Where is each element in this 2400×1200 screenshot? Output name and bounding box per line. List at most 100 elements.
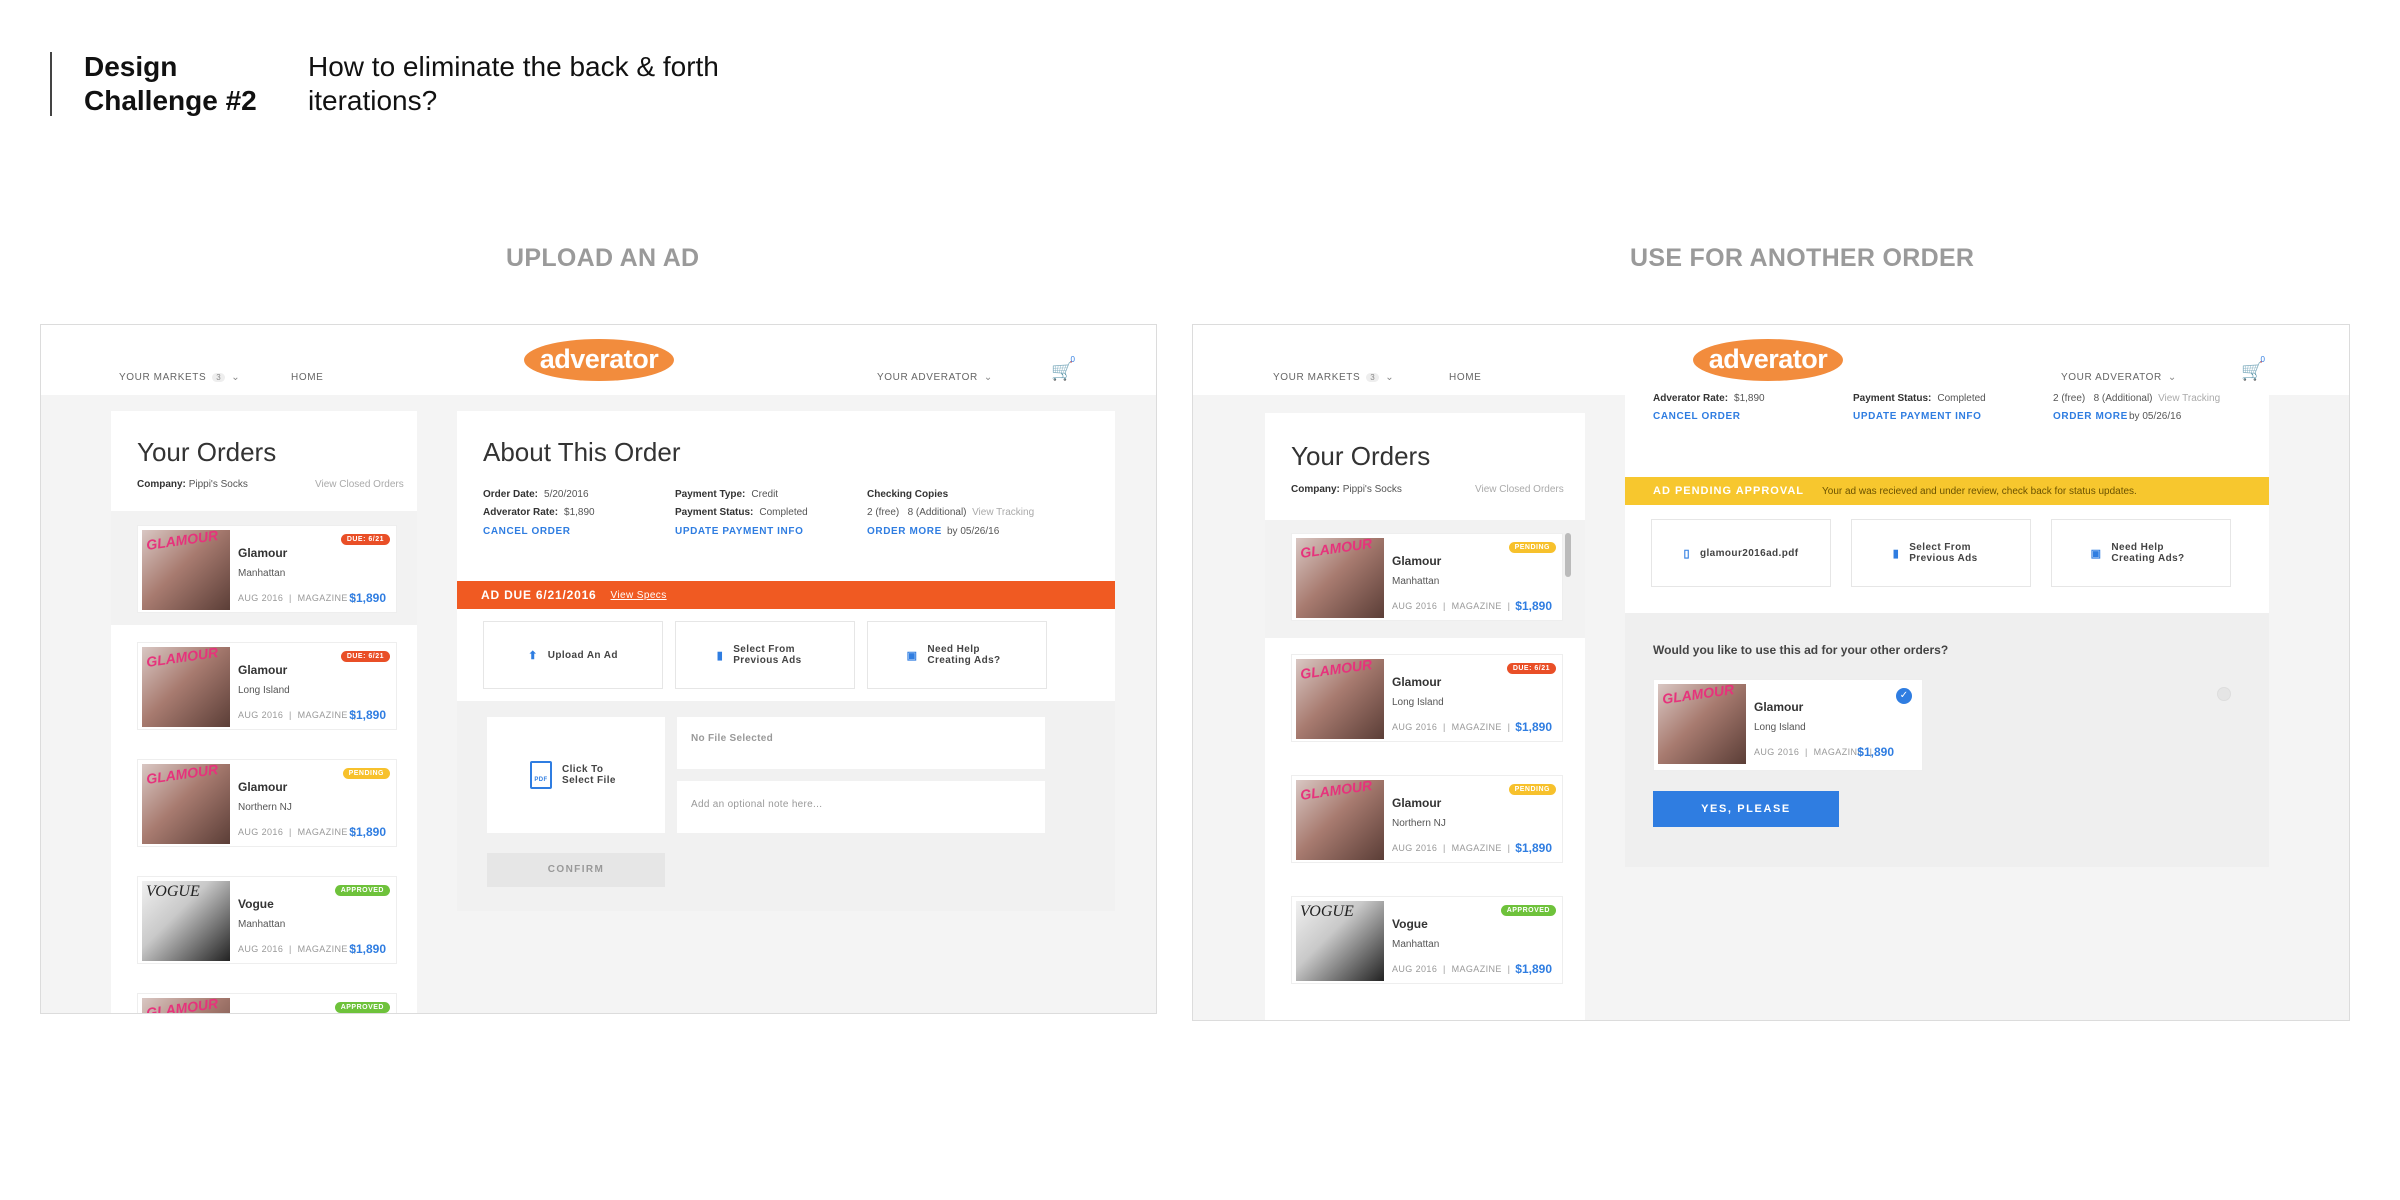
nav-your-adverator[interactable]: YOUR ADVERATOR ⌄: [877, 372, 993, 383]
yes-please-button[interactable]: YES, PLEASE: [1653, 791, 1839, 827]
payment-status: Payment Status: Completed: [1853, 393, 1986, 404]
challenge-question: How to eliminate the back & forth iterat…: [308, 51, 719, 116]
status-badge: DUE: 6/21: [340, 651, 390, 662]
order-more-link[interactable]: ORDER MORE: [2053, 411, 2128, 422]
magazine-cover: GLAMOUR: [142, 998, 230, 1014]
payment-status-value: Completed: [1937, 393, 1986, 404]
status-badge: APPROVED: [1500, 905, 1556, 916]
card-meta-date: AUG 2016: [1754, 747, 1800, 757]
view-specs-link[interactable]: View Specs: [611, 590, 667, 601]
payment-status-value: Completed: [759, 507, 808, 518]
view-closed-orders-link[interactable]: View Closed Orders: [315, 479, 404, 490]
challenge-title: Design Challenge #2: [84, 51, 257, 116]
cover-masthead: GLAMOUR: [1299, 538, 1374, 561]
card-meta-sep: |: [289, 944, 292, 954]
cover-masthead: GLAMOUR: [145, 998, 220, 1014]
checkmark-icon[interactable]: ✓: [1896, 688, 1912, 704]
order-card[interactable]: GLAMOUR Glamour Long Island AUG 2016 | MAGA…: [137, 642, 397, 730]
nav-home[interactable]: HOME: [291, 372, 323, 383]
card-location: Long Island: [1754, 722, 1806, 733]
cover-masthead: GLAMOUR: [1299, 780, 1374, 803]
card-meta-type: MAGAZINE: [1451, 601, 1502, 611]
view-closed-orders-link[interactable]: View Closed Orders: [1475, 484, 1564, 495]
reuse-order-card[interactable]: GLAMOUR Glamour Long Island AUG 2016 | M…: [1653, 679, 1923, 771]
need-help-label: Need Help Creating Ads?: [2111, 542, 2185, 564]
file-icon: ▮: [716, 649, 724, 662]
about-order-panel: About This Order Order Date: 5/20/2016 Ad…: [457, 411, 1115, 581]
view-tracking-link[interactable]: View Tracking: [2158, 393, 2220, 404]
cover-masthead: VOGUE: [1300, 903, 1354, 920]
card-meta-sep: |: [1507, 722, 1511, 732]
cancel-order-link[interactable]: CANCEL ORDER: [1653, 411, 1741, 422]
radio-icon[interactable]: [2217, 687, 2231, 701]
adverator-logo[interactable]: adverator: [524, 339, 674, 381]
card-meta: AUG 2016 | MAGAZINE |: [238, 944, 356, 954]
order-card[interactable]: VOGUE Vogue Manhattan AUG 2016 | MAGAZINE |…: [137, 876, 397, 964]
need-help-option[interactable]: ▣ Need Help Creating Ads?: [2051, 519, 2231, 587]
card-meta: AUG 2016 | MAGAZINE |: [1392, 843, 1510, 853]
card-meta: AUG 2016 | MAGAZINE |: [1754, 747, 1872, 757]
update-payment-link[interactable]: UPDATE PAYMENT INFO: [675, 526, 803, 537]
markets-count-badge: 3: [212, 373, 226, 382]
order-card[interactable]: GLAMOUR Glamour Northern NJ AUG 2016 | MAGA…: [137, 759, 397, 847]
update-payment-link[interactable]: UPDATE PAYMENT INFO: [1853, 411, 1981, 422]
order-card[interactable]: GLAMOUR Glamour Northern NJ AUG 2016 | MAGA…: [1291, 775, 1563, 863]
about-order-panel: Adverator Rate: $1,890 CANCEL ORDER Payme…: [1625, 385, 2269, 477]
order-more-link[interactable]: ORDER MORE: [867, 526, 942, 537]
card-location: Manhattan: [1392, 576, 1440, 587]
click-to-select-file[interactable]: PDF Click To Select File: [487, 717, 665, 833]
card-meta-type: MAGAZINE: [297, 827, 348, 837]
checking-additional: 8 (Additional): [2093, 393, 2153, 404]
cover-masthead: VOGUE: [146, 883, 200, 900]
upload-ad-option[interactable]: ⬆ Upload An Ad: [483, 621, 663, 689]
order-card[interactable]: GLAMOUR Glamour Manhattan AUG 2016 | MAGAZI…: [1291, 533, 1563, 621]
nav-your-adverator[interactable]: YOUR ADVERATOR ⌄: [2061, 372, 2177, 383]
cart-icon[interactable]: 🛒 0: [2241, 355, 2265, 383]
checking-copies-values: 2 (free) 8 (Additional) View Tracking: [867, 507, 1034, 518]
card-meta-type: MAGAZINE: [1451, 843, 1502, 853]
magazine-cover: VOGUE: [1296, 901, 1384, 981]
uploaded-file[interactable]: ▯ glamour2016ad.pdf: [1651, 519, 1831, 587]
cart-icon[interactable]: 🛒 0: [1051, 355, 1075, 383]
no-file-selected: No File Selected: [691, 733, 774, 744]
scrollbar-thumb[interactable]: [1565, 533, 1571, 577]
card-magazine-name: Glamour: [238, 663, 288, 677]
card-price: $1,890: [1515, 720, 1552, 734]
adverator-logo[interactable]: adverator: [1693, 339, 1843, 381]
header-divider: [50, 52, 52, 116]
card-meta-date: AUG 2016: [1392, 722, 1438, 732]
card-price: $1,890: [1515, 962, 1552, 976]
order-date: Order Date: 5/20/2016: [483, 489, 589, 500]
select-previous-option[interactable]: ▮ Select From Previous Ads: [675, 621, 855, 689]
magazine-cover: GLAMOUR: [142, 764, 230, 844]
view-tracking-link[interactable]: View Tracking: [972, 507, 1034, 518]
confirm-button[interactable]: CONFIRM: [487, 853, 665, 887]
note-input[interactable]: Add an optional note here...: [677, 781, 1045, 833]
order-card[interactable]: GLAMOURGlamourAUG 2016 | MAGAZINE |APPRO…: [137, 993, 397, 1014]
order-card[interactable]: VOGUE Vogue Manhattan AUG 2016 | MAGAZINE |…: [1291, 896, 1563, 984]
nav-your-markets[interactable]: YOUR MARKETS 3 ⌄: [1273, 372, 1394, 383]
rate-label: Adverator Rate:: [1653, 393, 1729, 404]
file-icon: ▮: [1892, 547, 1900, 560]
nav-home[interactable]: HOME: [1449, 372, 1481, 383]
card-meta-date: AUG 2016: [238, 827, 284, 837]
cancel-order-link[interactable]: CANCEL ORDER: [483, 526, 571, 537]
order-card[interactable]: GLAMOUR Glamour Manhattan AUG 2016 | MAGAZI…: [137, 525, 397, 613]
order-card[interactable]: GLAMOUR Glamour Long Island AUG 2016 | MAGA…: [1291, 654, 1563, 742]
section-title-reuse: USE FOR ANOTHER ORDER: [1630, 244, 1975, 272]
card-meta: AUG 2016 | MAGAZINE |: [238, 593, 356, 603]
card-location: Manhattan: [1392, 939, 1440, 950]
select-previous-option[interactable]: ▮ Select From Previous Ads: [1851, 519, 2031, 587]
company-label: Company:: [137, 479, 186, 490]
magazine-cover: GLAMOUR: [142, 530, 230, 610]
rate-value: $1,890: [1734, 393, 1765, 404]
card-meta-sep: |: [1443, 964, 1446, 974]
nav-your-markets[interactable]: YOUR MARKETS 3 ⌄: [119, 372, 240, 383]
card-location: Manhattan: [238, 919, 286, 930]
checking-label: Checking Copies: [867, 489, 949, 500]
need-help-label: Need Help Creating Ads?: [927, 644, 1001, 666]
nav-markets-label: YOUR MARKETS: [1273, 372, 1361, 383]
company-line: Company: Pippi's Socks: [1291, 484, 1402, 495]
company-label: Company:: [1291, 484, 1340, 495]
need-help-option[interactable]: ▣ Need Help Creating Ads?: [867, 621, 1047, 689]
